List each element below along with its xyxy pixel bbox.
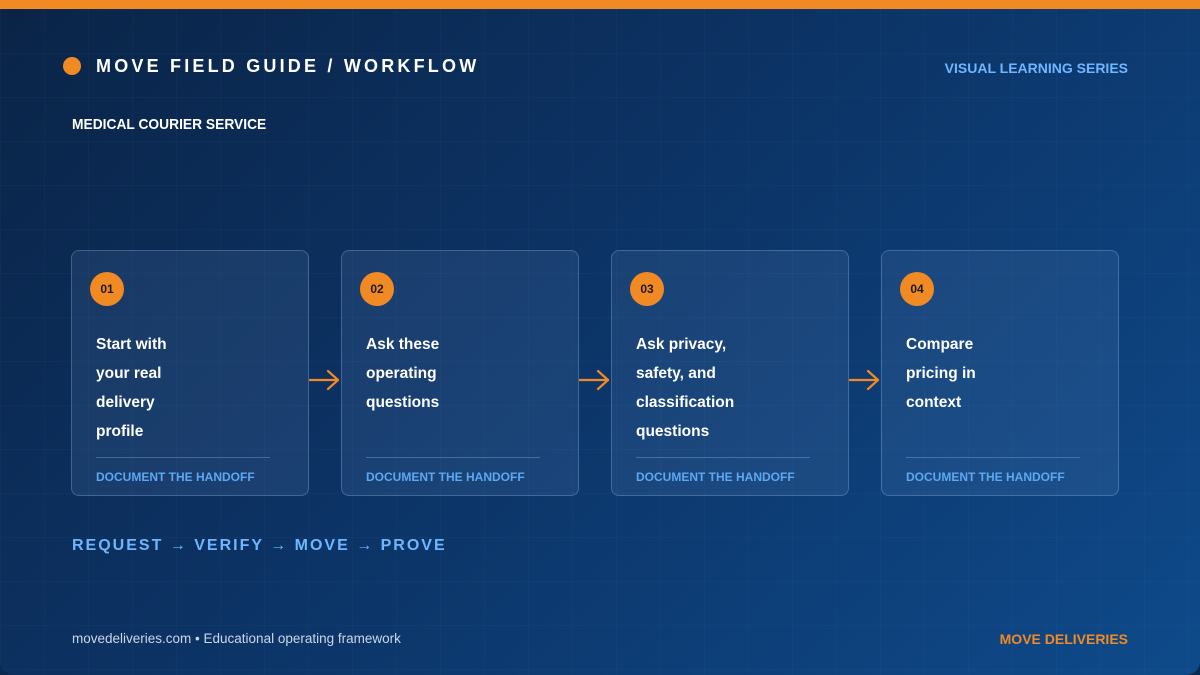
step-text-line: your real	[96, 365, 162, 382]
step-text: Ask privacy, safety, and classification …	[636, 330, 816, 446]
card-divider	[906, 457, 1080, 458]
step-text-line: Start with	[96, 336, 167, 353]
arrow-right-icon	[849, 369, 880, 391]
card-divider	[96, 457, 270, 458]
step-text-line: classification	[636, 394, 735, 411]
step-text-line: questions	[366, 394, 440, 411]
workflow-sequence: REQUEST → VERIFY → MOVE → PROVE	[72, 537, 447, 554]
step-number-badge: 04	[900, 272, 934, 306]
step-text: Start with your real delivery profile	[96, 330, 276, 446]
step-card-3: 03 Ask privacy, safety, and classificati…	[611, 250, 849, 496]
brand-label: MOVE DELIVERIES	[999, 631, 1128, 647]
step-text-line: Compare	[906, 336, 974, 353]
step-text-line: Ask these	[366, 336, 440, 353]
step-text-line: delivery	[96, 394, 155, 411]
card-divider	[636, 457, 810, 458]
step-text: Compare pricing in context	[906, 330, 1086, 417]
step-card-2: 02 Ask these operating questions DOCUMEN…	[341, 250, 579, 496]
step-number-badge: 03	[630, 272, 664, 306]
arrow-right-icon	[579, 369, 610, 391]
step-text-line: questions	[636, 423, 710, 440]
step-text-line: Ask privacy,	[636, 336, 727, 353]
step-text-line: context	[906, 394, 962, 411]
step-footer-label: DOCUMENT THE HANDOFF	[636, 470, 795, 484]
step-card-4: 04 Compare pricing in context DOCUMENT T…	[881, 250, 1119, 496]
step-text: Ask these operating questions	[366, 330, 546, 417]
step-footer-label: DOCUMENT THE HANDOFF	[366, 470, 525, 484]
step-text-line: safety, and	[636, 365, 716, 382]
step-text-line: profile	[96, 423, 144, 440]
step-text-line: pricing in	[906, 365, 976, 382]
page-title: MOVE FIELD GUIDE / WORKFLOW	[96, 56, 480, 76]
card-divider	[366, 457, 540, 458]
page-subtitle: MEDICAL COURIER SERVICE	[72, 116, 267, 133]
slide: MOVE FIELD GUIDE / WORKFLOW VISUAL LEARN…	[0, 0, 1200, 675]
step-footer-label: DOCUMENT THE HANDOFF	[96, 470, 255, 484]
footer-source: movedeliveries.com • Educational operati…	[72, 631, 401, 646]
step-number-badge: 02	[360, 272, 394, 306]
arrow-right-icon	[309, 369, 340, 391]
series-label: VISUAL LEARNING SERIES	[944, 60, 1128, 76]
orange-dot-icon	[63, 57, 81, 75]
step-text-line: operating	[366, 365, 437, 382]
step-number-badge: 01	[90, 272, 124, 306]
step-card-1: 01 Start with your real delivery profile…	[71, 250, 309, 496]
step-footer-label: DOCUMENT THE HANDOFF	[906, 470, 1065, 484]
